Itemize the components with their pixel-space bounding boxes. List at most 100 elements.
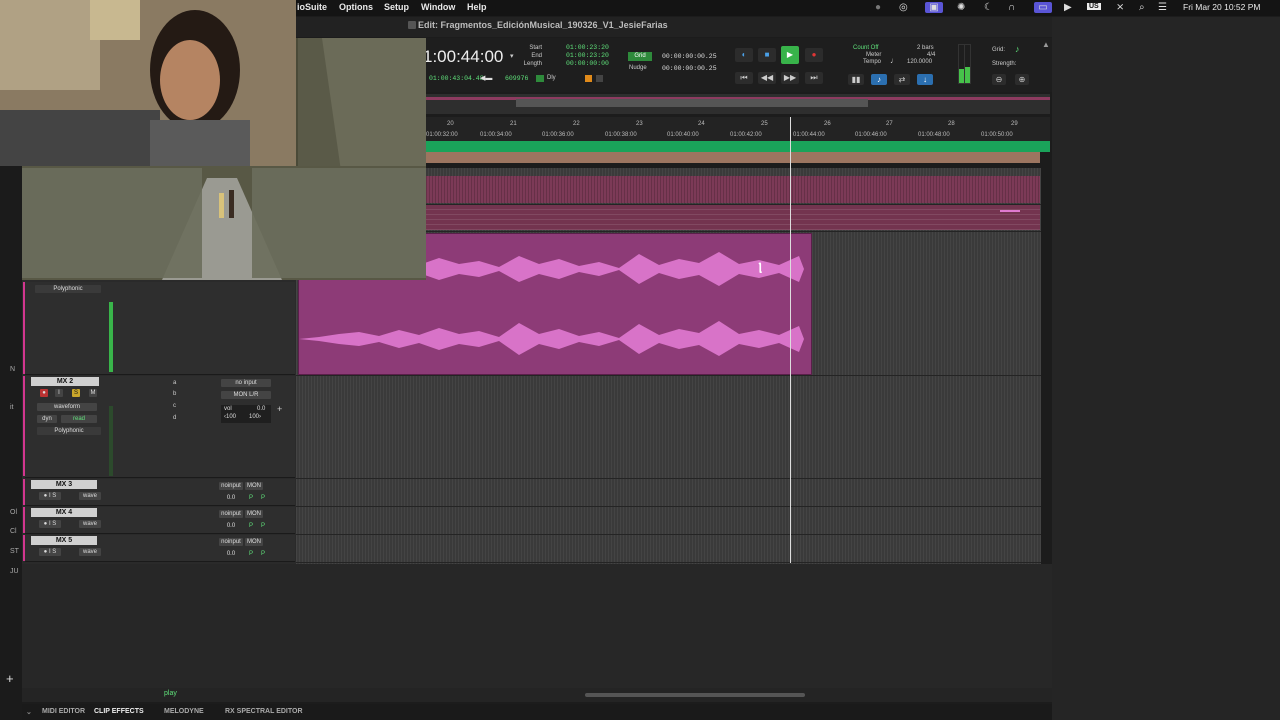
dyn-button[interactable]: dyn <box>37 415 57 423</box>
go-to-end-button[interactable]: ⏭ <box>805 72 823 84</box>
tab-melodyne[interactable]: MELODYNE <box>164 708 204 715</box>
track-mx5[interactable]: MX 5 ● I S wave noinput MON 0.0 P P <box>25 535 295 562</box>
grid-note-icon[interactable]: ♪ <box>1015 44 1020 54</box>
output-select[interactable]: MON L/R <box>221 391 271 399</box>
vol-value[interactable]: 0.0 <box>223 522 239 530</box>
keyboard-layout[interactable]: US <box>1087 3 1101 10</box>
record-dot-icon[interactable]: ● <box>875 2 881 13</box>
b-icon[interactable] <box>596 75 603 82</box>
automation-mode[interactable]: read <box>61 415 97 423</box>
audio-clip-mid[interactable] <box>426 205 1040 230</box>
gear-icon[interactable]: ✺ <box>957 2 965 13</box>
track-name[interactable]: MX 5 <box>31 536 97 545</box>
record-solo-mute[interactable]: ● I S <box>39 520 61 528</box>
input-monitor-button[interactable]: I <box>55 389 63 397</box>
audio-clip-top[interactable] <box>426 176 1040 203</box>
screen-record-icon[interactable]: ▣ <box>925 2 943 13</box>
play-button[interactable]: ▶ <box>781 46 799 64</box>
record-solo-mute[interactable]: ● I S <box>39 492 61 500</box>
wifi-off-icon[interactable]: ⨯ <box>1116 2 1124 13</box>
menu-app[interactable]: ioSuite <box>297 2 327 12</box>
pan-p[interactable]: P <box>259 550 267 558</box>
delay-label[interactable]: Dly <box>547 74 556 82</box>
zoom-out-icon[interactable]: ⊖ <box>992 74 1006 85</box>
wait-note-icon[interactable]: ▮▮ <box>848 74 864 85</box>
play-circle-icon[interactable]: ▶ <box>1064 2 1072 13</box>
tempo-ruler[interactable] <box>426 152 1040 163</box>
input-select[interactable]: noinput <box>219 510 243 518</box>
track-name[interactable]: MX 3 <box>31 480 97 489</box>
menu-options[interactable]: Options <box>339 2 373 12</box>
vol-value[interactable]: 0.0 <box>223 494 239 502</box>
vol-value[interactable]: 0.0 <box>257 406 265 412</box>
grid-toggle[interactable]: Grid <box>628 52 652 61</box>
track-name[interactable]: MX 2 <box>31 377 99 386</box>
send-c[interactable]: c <box>173 403 176 409</box>
scroll-thumb[interactable] <box>585 693 805 697</box>
playhead[interactable] <box>790 117 791 563</box>
stop-button[interactable]: ■ <box>758 48 776 62</box>
menu-help[interactable]: Help <box>467 2 487 12</box>
conductor-icon[interactable]: ↓ <box>917 74 933 85</box>
volume-pan-box[interactable]: vol 0.0 ‹100 100› <box>221 405 271 423</box>
end-value[interactable]: 01:00:23:20 <box>566 52 609 60</box>
tab-rx-spectral-editor[interactable]: RX SPECTRAL EDITOR <box>225 708 303 715</box>
pan-p[interactable]: P <box>259 494 267 502</box>
menu-window[interactable]: Window <box>421 2 455 12</box>
zoom-in-icon[interactable]: ⊕ <box>1015 74 1029 85</box>
metronome-icon[interactable]: ♪ <box>871 74 887 85</box>
search-icon[interactable]: ⌕ <box>1139 2 1145 13</box>
loop-icon[interactable]: ◐ <box>735 48 753 62</box>
moon-icon[interactable]: ☾ <box>984 2 993 13</box>
pan-left[interactable]: ‹100 <box>224 414 236 420</box>
pan-p[interactable]: P <box>247 522 255 530</box>
add-icon[interactable]: + <box>6 671 14 686</box>
plugin-slot[interactable]: Polyphonic <box>35 285 101 293</box>
track-view-select[interactable]: wave <box>79 548 101 556</box>
input-select[interactable]: no input <box>221 379 271 387</box>
length-value[interactable]: 00:00:00:00 <box>566 60 609 68</box>
vol-value[interactable]: 0.0 <box>223 550 239 558</box>
pan-p[interactable]: P <box>247 550 255 558</box>
mute-button[interactable]: M <box>89 389 97 397</box>
orange-s-icon[interactable] <box>585 75 592 82</box>
creative-cloud-icon[interactable]: ◎ <box>899 2 908 13</box>
track-name[interactable]: MX 4 <box>31 508 97 517</box>
nudge-label[interactable]: Nudge <box>629 64 647 72</box>
collapse-icon[interactable]: ▲ <box>1042 40 1050 49</box>
tab-clip-effects[interactable]: CLIP EFFECTS <box>94 708 144 715</box>
send-d[interactable]: d <box>173 415 176 421</box>
nudge-value[interactable]: 00:00:00:00.25 <box>662 65 717 73</box>
clock[interactable]: Fri Mar 20 10:52 PM <box>1183 2 1260 12</box>
track-mx4[interactable]: MX 4 ● I S wave noinput MON 0.0 P P <box>25 507 295 534</box>
record-arm-button[interactable]: ● <box>40 389 48 397</box>
input-select[interactable]: noinput <box>219 482 243 490</box>
marker-ruler[interactable] <box>426 141 1050 152</box>
solo-button[interactable]: S <box>72 389 80 397</box>
fast-forward-button[interactable]: ▶▶ <box>781 72 799 84</box>
tempo-value[interactable]: 120.0000 <box>907 58 932 66</box>
record-solo-mute[interactable]: ● I S <box>39 548 61 556</box>
track-view-select[interactable]: wave <box>79 492 101 500</box>
midi-merge-icon[interactable]: ⇄ <box>894 74 910 85</box>
track-mx3[interactable]: MX 3 ● I S wave noinput MON 0.0 P P <box>25 479 295 506</box>
sub-counter[interactable]: 01:00:43:04.48 <box>429 75 484 83</box>
screen-mirror-icon[interactable]: ▭ <box>1034 2 1052 13</box>
pan-p[interactable]: P <box>247 494 255 502</box>
grid-value[interactable]: 00:00:00:00.25 <box>662 53 717 61</box>
control-center-icon[interactable]: ☰ <box>1158 2 1167 13</box>
add-icon[interactable]: + <box>277 404 282 414</box>
monitor-select[interactable]: MON <box>245 538 263 546</box>
panel-toggle-icon[interactable]: ⌄ <box>26 708 32 716</box>
horizontal-scrollbar[interactable]: play <box>22 688 1052 702</box>
track-view-select[interactable]: waveform <box>37 403 97 411</box>
monitor-select[interactable]: MON <box>245 510 263 518</box>
input-select[interactable]: noinput <box>219 538 243 546</box>
plugin-slot[interactable]: Polyphonic <box>37 427 101 435</box>
send-a[interactable]: a <box>173 380 176 386</box>
overview-viewport[interactable] <box>516 99 868 107</box>
pan-p[interactable]: P <box>259 522 267 530</box>
tab-midi-editor[interactable]: MIDI EDITOR <box>42 708 85 715</box>
track-mx2[interactable]: MX 2 ● I S M waveform dyn read Polyphoni… <box>25 376 295 478</box>
track-mx1[interactable]: Polyphonic <box>25 282 295 375</box>
